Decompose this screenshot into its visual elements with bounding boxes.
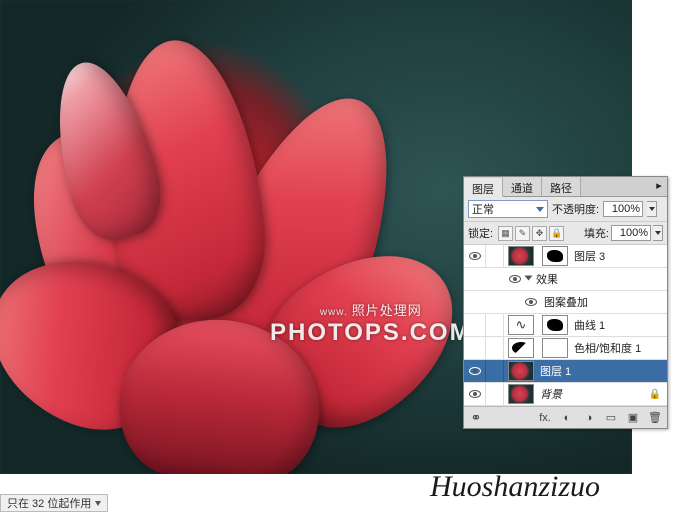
opacity-stepper[interactable] — [647, 201, 657, 217]
layer-mask-thumbnail[interactable] — [542, 246, 568, 266]
link-layers-icon[interactable]: ⚭ — [468, 410, 484, 426]
layer-row-background[interactable]: 背景 🔒 — [464, 383, 667, 406]
eye-icon — [469, 390, 481, 398]
link-col[interactable] — [486, 337, 504, 359]
chevron-down-icon — [536, 207, 544, 212]
disclosure-triangle-icon[interactable] — [525, 276, 533, 281]
eye-icon — [469, 367, 481, 375]
opacity-label: 不透明度: — [552, 201, 599, 217]
visibility-toggle[interactable] — [504, 268, 526, 290]
status-segment[interactable]: 只在 32 位起作用 — [0, 494, 108, 512]
add-mask-icon[interactable]: ◐ — [559, 410, 575, 426]
blend-opacity-row: 正常 不透明度: 100% — [464, 197, 667, 222]
layer-thumbnail[interactable] — [508, 246, 534, 266]
visibility-toggle[interactable] — [464, 337, 486, 359]
layer-row-curves[interactable]: 曲线 1 — [464, 314, 667, 337]
tab-paths[interactable]: 路径 — [542, 177, 581, 196]
layer-mask-thumbnail[interactable] — [542, 338, 568, 358]
link-col[interactable] — [486, 245, 504, 267]
lock-transparency-icon[interactable]: ▦ — [498, 226, 513, 241]
layer-name[interactable]: 色相/饱和度 1 — [572, 340, 667, 356]
visibility-toggle[interactable] — [520, 291, 542, 313]
layer-list: 图层 3 效果 图案叠加 曲线 1 色相/饱和度 1 — [464, 245, 667, 406]
layers-panel: 图层 通道 路径 ▸ 正常 不透明度: 100% 锁定: ▦ ✎ ✥ 🔒 填充:… — [463, 176, 668, 429]
panel-menu-icon[interactable]: ▸ — [651, 177, 667, 196]
layer-thumbnail[interactable] — [508, 361, 534, 381]
status-text: 只在 32 位起作用 — [7, 495, 91, 511]
layer-row-huesat[interactable]: 色相/饱和度 1 — [464, 337, 667, 360]
visibility-toggle[interactable] — [464, 314, 486, 336]
layer-name[interactable]: 图层 3 — [572, 248, 667, 264]
visibility-toggle[interactable] — [464, 383, 486, 405]
new-group-icon[interactable]: ▭ — [603, 410, 619, 426]
chevron-down-icon — [95, 501, 101, 506]
tab-channels[interactable]: 通道 — [503, 177, 542, 196]
adjustment-thumbnail[interactable] — [508, 315, 534, 335]
watermark-domain: PHOTOPS.COM — [270, 319, 472, 347]
layer-name[interactable]: 背景 — [538, 386, 649, 402]
layer-name[interactable]: 曲线 1 — [572, 317, 667, 333]
eye-icon — [509, 275, 521, 283]
eye-icon — [525, 298, 537, 306]
layer-style-icon[interactable]: fx. — [537, 410, 553, 426]
fill-value: 100% — [620, 227, 648, 239]
new-adjustment-icon[interactable]: ◑ — [581, 410, 597, 426]
effect-name: 图案叠加 — [542, 294, 667, 310]
link-col[interactable] — [486, 383, 504, 405]
visibility-toggle[interactable] — [464, 360, 486, 382]
link-col[interactable] — [486, 360, 504, 382]
visibility-toggle[interactable] — [464, 245, 486, 267]
eye-icon — [469, 252, 481, 260]
fill-stepper[interactable] — [653, 225, 663, 241]
fill-input[interactable]: 100% — [611, 225, 651, 241]
delete-layer-icon[interactable]: 🗑 — [647, 410, 663, 426]
lock-pixels-icon[interactable]: ✎ — [515, 226, 530, 241]
adjustment-thumbnail[interactable] — [508, 338, 534, 358]
blend-mode-select[interactable]: 正常 — [468, 200, 548, 218]
status-bar: 只在 32 位起作用 — [0, 493, 108, 513]
lock-fill-row: 锁定: ▦ ✎ ✥ 🔒 填充: 100% — [464, 222, 667, 245]
watermark-title: 照片处理网 — [352, 303, 422, 318]
effects-label: 效果 — [534, 271, 667, 287]
layer-mask-thumbnail[interactable] — [542, 315, 568, 335]
lock-position-icon[interactable]: ✥ — [532, 226, 547, 241]
layer-effect-pattern-row[interactable]: 图案叠加 — [464, 291, 667, 314]
watermark: www. 照片处理网 PHOTOPS.COM — [270, 300, 472, 347]
lock-icon: 🔒 — [649, 389, 661, 400]
tab-layers[interactable]: 图层 — [464, 178, 503, 197]
lock-icons: ▦ ✎ ✥ 🔒 — [498, 226, 564, 241]
new-layer-icon[interactable]: ▣ — [625, 410, 641, 426]
opacity-value: 100% — [612, 203, 640, 215]
watermark-www: www. — [320, 307, 348, 318]
layers-panel-footer: ⚭ fx. ◐ ◑ ▭ ▣ 🗑 — [464, 406, 667, 428]
panel-tabs: 图层 通道 路径 ▸ — [464, 177, 667, 197]
signature-text: Huoshanzizuo — [430, 470, 600, 504]
lock-label: 锁定: — [468, 225, 493, 241]
layer-row-layer1[interactable]: 图层 1 — [464, 360, 667, 383]
layer-name[interactable]: 图层 1 — [538, 363, 667, 379]
opacity-input[interactable]: 100% — [603, 201, 643, 217]
lock-all-icon[interactable]: 🔒 — [549, 226, 564, 241]
layer-row-layer3[interactable]: 图层 3 — [464, 245, 667, 268]
fill-label: 填充: — [584, 225, 609, 241]
layer-thumbnail[interactable] — [508, 384, 534, 404]
blend-mode-value: 正常 — [472, 201, 494, 217]
layer-effects-row[interactable]: 效果 — [464, 268, 667, 291]
link-col[interactable] — [486, 314, 504, 336]
